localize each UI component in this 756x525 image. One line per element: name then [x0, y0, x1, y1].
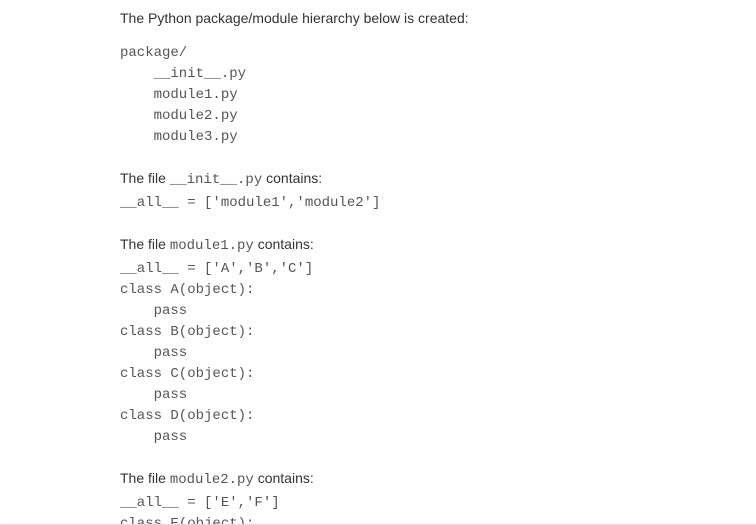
heading-suffix: contains:	[262, 170, 322, 186]
heading-filename: module2.py	[170, 472, 254, 488]
intro-text: The Python package/module hierarchy belo…	[120, 8, 636, 29]
heading-prefix: The file	[120, 470, 170, 486]
section-heading-module1: The file module1.py contains:	[120, 234, 636, 257]
document-body: The Python package/module hierarchy belo…	[0, 0, 756, 525]
heading-prefix: The file	[120, 236, 170, 252]
code-block-init: __all__ = ['module1','module2']	[120, 193, 636, 214]
heading-filename: module1.py	[170, 238, 254, 254]
heading-prefix: The file	[120, 170, 170, 186]
code-block-module1: __all__ = ['A','B','C'] class A(object):…	[120, 259, 636, 448]
heading-suffix: contains:	[254, 470, 314, 486]
section-heading-module2: The file module2.py contains:	[120, 468, 636, 491]
code-block-module2: __all__ = ['E','F'] class E(object):	[120, 493, 636, 525]
package-tree: package/ __init__.py module1.py module2.…	[120, 43, 636, 148]
heading-filename: __init__.py	[170, 172, 262, 188]
section-heading-init: The file __init__.py contains:	[120, 168, 636, 191]
heading-suffix: contains:	[254, 236, 314, 252]
